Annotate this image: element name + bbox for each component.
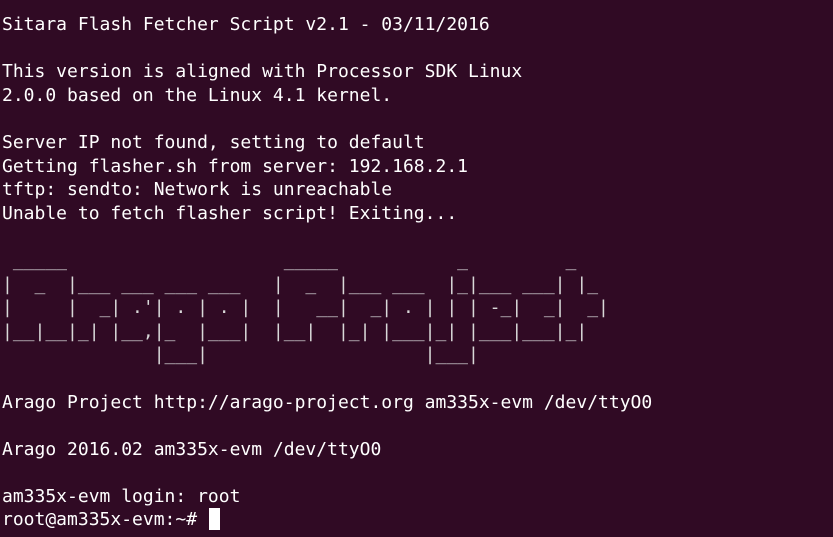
ascii-banner-row: |__|__|_| |__,|_ |___| |__| |_| |___|_| … — [2, 320, 609, 342]
ascii-banner-row: | _ |___ ___ ___ ___ | _ |___ ___ |_|___… — [2, 273, 609, 295]
getting-flasher-message: Getting flasher.sh from server: 192.168.… — [2, 155, 468, 177]
script-title-line: Sitara Flash Fetcher Script v2.1 - 03/11… — [2, 14, 490, 35]
text-cursor — [208, 508, 220, 531]
tftp-error-message: tftp: sendto: Network is unreachable — [2, 179, 393, 201]
ascii-banner-row: |___| |___| — [2, 344, 609, 366]
login-line: am335x-evm login: root — [2, 485, 241, 507]
shell-prompt: root@am335x-evm:~# — [2, 509, 208, 531]
server-ip-message: Server IP not found, setting to default — [2, 131, 425, 153]
arago-project-line: Arago Project http://arago-project.org a… — [2, 391, 653, 413]
sdk-alignment-line-1: This version is aligned with Processor S… — [2, 61, 523, 83]
shell-prompt-line[interactable]: root@am335x-evm:~# — [2, 508, 833, 532]
fetch-failed-message: Unable to fetch flasher script! Exiting.… — [2, 202, 458, 224]
arago-version-line: Arago 2016.02 am335x-evm /dev/ttyO0 — [2, 438, 382, 460]
sdk-alignment-line-2: 2.0.0 based on the Linux 4.1 kernel. — [2, 84, 393, 106]
arago-project-ascii-banner: _____ _____ _ _ | _ |___ ___ ___ ___ | _… — [2, 249, 833, 367]
terminal-window[interactable]: Sitara Flash Fetcher Script v2.1 - 03/11… — [0, 0, 833, 537]
ascii-banner-row: _____ _____ _ _ — [2, 249, 609, 271]
ascii-banner-row: | | _| .'| . | . | | __| _| . | | | -_| … — [2, 297, 609, 319]
